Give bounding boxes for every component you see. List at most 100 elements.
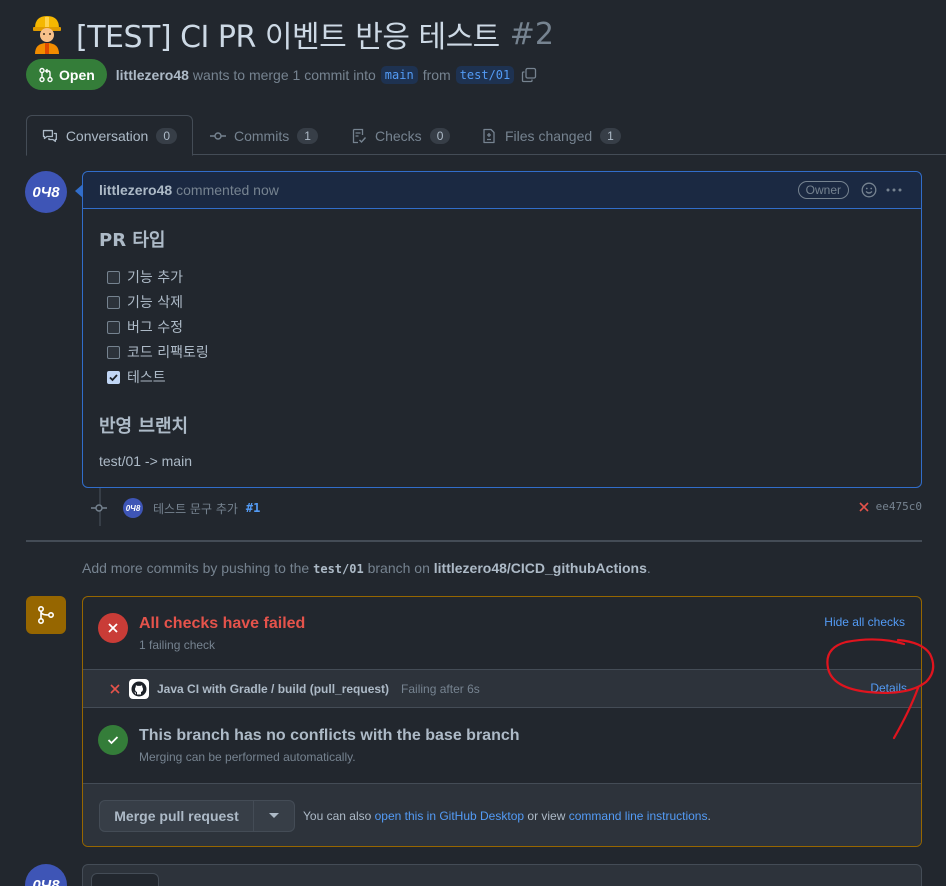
git-merge-icon: [37, 605, 55, 625]
tab-counter: 0: [429, 127, 451, 144]
hint-branch: test/01: [313, 562, 364, 576]
merge-text: wants to merge 1 commit into: [192, 66, 376, 83]
github-desktop-link[interactable]: open this in GitHub Desktop: [375, 809, 524, 823]
comment-author[interactable]: littlezero48: [99, 182, 172, 198]
task-label: 버그 수정: [127, 320, 183, 336]
task-item[interactable]: 기능 추가: [107, 267, 183, 287]
tab-label: Commits: [234, 127, 290, 144]
tab-label: Checks: [375, 127, 422, 144]
tab-label: Conversation: [65, 127, 149, 144]
task-label: 코드 리팩토링: [127, 345, 209, 361]
commit-sha[interactable]: ee475c0: [876, 500, 922, 513]
merge-note-middle: or view: [527, 809, 566, 823]
task-checkbox[interactable]: [107, 295, 120, 309]
github-logo-icon: [129, 678, 149, 699]
pull-request-icon: [39, 67, 53, 82]
pr-number: #2: [509, 16, 555, 52]
status-label: Open: [59, 66, 95, 83]
merge-status-icon: [26, 596, 66, 634]
avatar[interactable]: 0Ч8: [25, 171, 67, 213]
hint-suffix: .: [646, 560, 651, 576]
from-text: from: [422, 66, 451, 83]
task-item[interactable]: 코드 리팩토링: [107, 342, 209, 362]
author-link[interactable]: littlezero48: [116, 67, 189, 83]
x-icon: [108, 623, 118, 633]
hint-repo: littlezero48/CICD_githubActions: [433, 560, 647, 576]
file-diff-icon: [483, 128, 495, 143]
commit-issue-link[interactable]: #1: [246, 501, 260, 515]
tab-label: Files changed: [505, 127, 593, 144]
tab-conversation[interactable]: Conversation 0: [26, 115, 193, 156]
merge-pull-request-button[interactable]: Merge pull request: [100, 801, 254, 831]
commit-message[interactable]: 테스트 문구 추가: [153, 500, 238, 517]
check-icon: [107, 736, 119, 745]
timeline-divider: [26, 540, 922, 542]
hint-middle: branch on: [367, 560, 430, 576]
smiley-icon[interactable]: [861, 182, 877, 198]
head-branch[interactable]: test/01: [455, 65, 515, 84]
task-label: 기능 추가: [127, 270, 183, 286]
task-checkbox-checked[interactable]: [107, 370, 120, 384]
base-branch[interactable]: main: [380, 65, 418, 84]
x-icon: [110, 683, 120, 694]
merge-box: All checks have failed 1 failing check H…: [82, 596, 922, 847]
checklist-icon: [352, 128, 367, 143]
branch-line: test/01 -> main: [99, 453, 192, 469]
heading-pr-type: PR 타입: [99, 230, 166, 251]
details-link[interactable]: Details: [870, 681, 907, 695]
merge-button-group: Merge pull request: [99, 800, 295, 832]
conflict-subtitle: Merging can be performed automatically.: [139, 750, 356, 764]
pr-status-row: Open littlezero48 wants to merge 1 commi…: [26, 59, 537, 90]
tab-checks[interactable]: Checks 0: [351, 115, 451, 156]
checks-title: All checks have failed: [139, 615, 306, 632]
kebab-horizontal-icon[interactable]: [885, 182, 903, 198]
hide-checks-link[interactable]: Hide all checks: [824, 615, 905, 629]
tab-counter: 1: [600, 127, 621, 144]
tab-commits[interactable]: Commits 1: [210, 115, 318, 156]
task-item[interactable]: 테스트: [107, 367, 166, 387]
triangle-down-icon: [269, 813, 279, 818]
task-item[interactable]: 버그 수정: [107, 317, 183, 337]
tab-files-changed[interactable]: Files changed 1: [481, 115, 621, 156]
avatar[interactable]: 0Ч8: [25, 864, 67, 886]
fail-status-icon: [98, 613, 128, 643]
check-icon: [109, 373, 118, 381]
write-tab[interactable]: [91, 873, 159, 886]
comment-time[interactable]: commented now: [176, 182, 279, 198]
pr-title-row: [TEST] CI PR 이벤트 반응 테스트 #2: [30, 12, 554, 56]
push-hint: Add more commits by pushing to the test/…: [82, 560, 651, 576]
conflict-title: This branch has no conflicts with the ba…: [139, 727, 520, 744]
pr-title: [TEST] CI PR 이벤트 반응 테스트: [76, 20, 500, 55]
task-label: 기능 삭제: [127, 295, 183, 311]
merge-dropdown-button[interactable]: [254, 801, 294, 831]
check-name: Java CI with Gradle / build (pull_reques…: [157, 681, 390, 696]
tab-counter: 1: [297, 127, 318, 144]
owner-badge: Owner: [797, 181, 849, 199]
status-badge: Open: [26, 59, 107, 90]
task-item[interactable]: 기능 삭제: [107, 292, 183, 312]
heading-target-branch: 반영 브랜치: [99, 416, 189, 437]
merge-note-suffix: .: [707, 809, 711, 823]
merge-note-prefix: You can also: [303, 809, 372, 823]
merge-footer: Merge pull request You can also open thi…: [83, 783, 921, 846]
pr-description-comment: littlezero48 commented now Owner PR 타입 기…: [75, 171, 922, 488]
git-commit-icon: [91, 504, 107, 512]
merge-note: You can also open this in GitHub Desktop…: [303, 809, 711, 823]
copy-icon[interactable]: [521, 67, 537, 83]
task-checkbox[interactable]: [107, 345, 120, 359]
comment-caret: [75, 184, 83, 198]
task-checkbox[interactable]: [107, 270, 120, 284]
x-icon[interactable]: [858, 501, 870, 513]
tab-counter: 0: [156, 127, 177, 144]
commit-row: 0Ч8 테스트 문구 추가 #1 ee475c0: [90, 497, 922, 519]
task-label: 테스트: [127, 370, 166, 386]
hint-prefix: Add more commits by pushing to the: [82, 560, 310, 576]
task-checkbox[interactable]: [107, 320, 120, 334]
success-status-icon: [98, 725, 128, 755]
git-commit-icon: [210, 131, 226, 140]
cli-instructions-link[interactable]: command line instructions: [569, 809, 708, 823]
merge-summary: littlezero48 wants to merge 1 commit int…: [116, 65, 537, 84]
check-item: Java CI with Gradle / build (pull_reques…: [83, 669, 921, 708]
construction-worker-icon: [30, 14, 64, 54]
avatar[interactable]: 0Ч8: [123, 498, 143, 518]
